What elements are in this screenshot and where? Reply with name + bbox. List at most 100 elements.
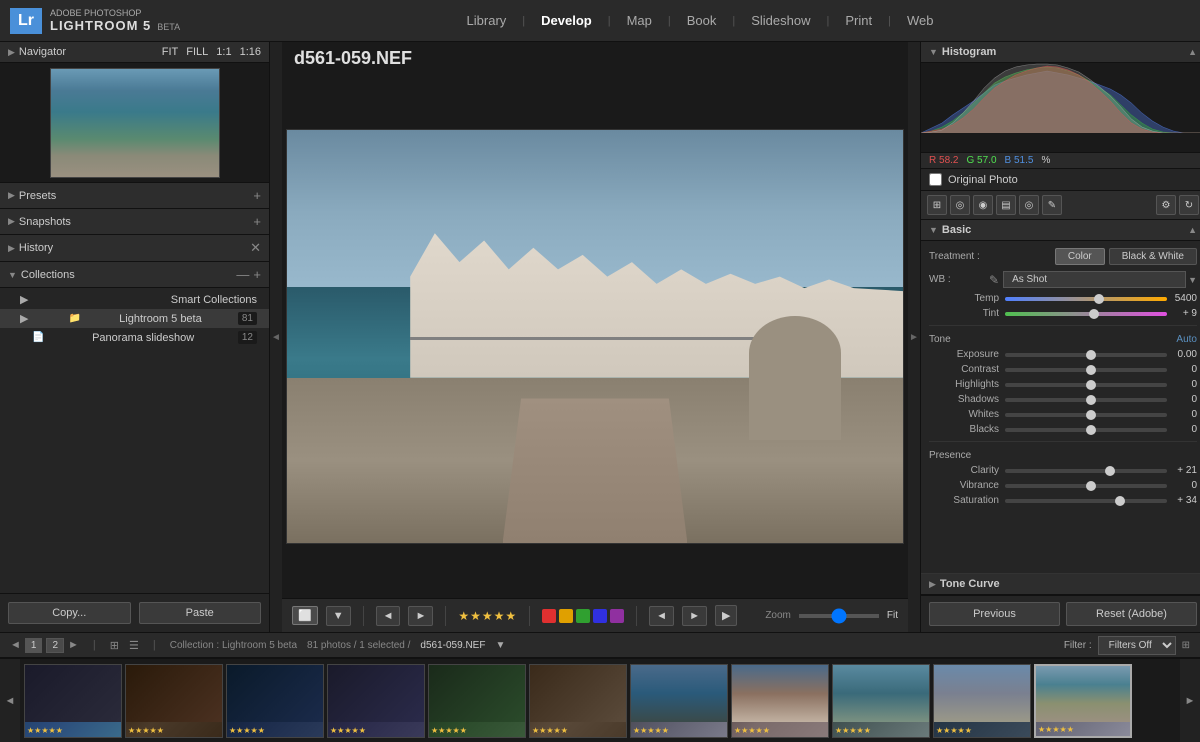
nav-print[interactable]: Print [837, 9, 880, 32]
nav-library[interactable]: Library [459, 9, 515, 32]
paste-button[interactable]: Paste [139, 602, 262, 624]
clarity-track[interactable] [1005, 469, 1167, 473]
right-panel-collapse[interactable]: ► [908, 42, 920, 632]
nav-book[interactable]: Book [679, 9, 725, 32]
graduated-filter-tool[interactable]: ▤ [996, 195, 1016, 215]
copy-button[interactable]: Copy... [8, 602, 131, 624]
settings-btn[interactable]: ⚙ [1156, 195, 1176, 215]
collections-remove[interactable]: — [236, 267, 249, 282]
filmstrip-next[interactable]: ► [1180, 659, 1200, 742]
whites-thumb[interactable] [1086, 410, 1096, 420]
view-1-16[interactable]: 1:16 [240, 46, 261, 58]
collection-lr5beta[interactable]: ▶ 📁 Lightroom 5 beta 81 [0, 309, 269, 328]
tint-thumb[interactable] [1089, 309, 1099, 319]
history-panel-header[interactable]: ▶ History ✕ [0, 235, 269, 262]
page-1[interactable]: 1 [25, 638, 43, 653]
filmstrip-prev[interactable]: ◄ [0, 659, 20, 742]
saturation-thumb[interactable] [1115, 496, 1125, 506]
flag-red[interactable] [542, 609, 556, 623]
play-button[interactable]: ▶ [715, 605, 737, 626]
shadows-track[interactable] [1005, 398, 1167, 402]
prev-photo-button[interactable]: ◄ [376, 606, 401, 626]
blacks-thumb[interactable] [1086, 425, 1096, 435]
sync-btn[interactable]: ↻ [1179, 195, 1199, 215]
left-panel-collapse[interactable]: ◄ [270, 42, 282, 632]
filter-expand[interactable]: ⊞ [1182, 640, 1190, 651]
view-fit[interactable]: FIT [162, 46, 179, 58]
vibrance-thumb[interactable] [1086, 481, 1096, 491]
presets-add[interactable]: + [253, 188, 261, 203]
blacks-track[interactable] [1005, 428, 1167, 432]
basic-expand[interactable]: ▲ [1188, 225, 1197, 235]
flag-yellow[interactable] [559, 609, 573, 623]
presets-panel-header[interactable]: ▶ Presets + [0, 183, 269, 209]
whites-track[interactable] [1005, 413, 1167, 417]
view-mode-button[interactable]: ⬜ [292, 606, 318, 625]
list-view-icon[interactable]: ☰ [129, 639, 139, 652]
page-prev-icon[interactable]: ◄ [10, 639, 21, 651]
snapshots-panel-header[interactable]: ▶ Snapshots + [0, 209, 269, 235]
page-2[interactable]: 2 [46, 638, 64, 653]
filter-select[interactable]: Filters Off Flagged Rated [1098, 636, 1176, 655]
brush-tool[interactable]: ✎ [1042, 195, 1062, 215]
collection-smart[interactable]: ▶ Smart Collections [0, 290, 269, 309]
histogram-expand[interactable]: ▲ [1188, 47, 1197, 57]
presets-title: Presets [19, 190, 56, 202]
tone-curve-header[interactable]: ▶ Tone Curve [921, 573, 1200, 595]
exposure-thumb[interactable] [1086, 350, 1096, 360]
collection-panorama[interactable]: 📄 Panorama slideshow 12 [0, 328, 269, 347]
crop-tool[interactable]: ⊞ [927, 195, 947, 215]
star-rating[interactable]: ★★★★★ [458, 609, 517, 623]
highlights-thumb[interactable] [1086, 380, 1096, 390]
grid-view-icon[interactable]: ⊞ [110, 639, 119, 652]
clarity-thumb[interactable] [1105, 466, 1115, 476]
shadows-thumb[interactable] [1086, 395, 1096, 405]
redeye-tool[interactable]: ◉ [973, 195, 993, 215]
temp-track[interactable] [1005, 297, 1167, 301]
vibrance-track[interactable] [1005, 484, 1167, 488]
history-clear[interactable]: ✕ [250, 240, 261, 256]
highlights-track[interactable] [1005, 383, 1167, 387]
exposure-slider-row: Exposure 0.00 [929, 347, 1197, 362]
wb-select[interactable]: As Shot Auto Daylight Cloudy Shade Custo… [1003, 271, 1186, 288]
radial-filter-tool[interactable]: ◎ [1019, 195, 1039, 215]
collections-panel-header[interactable]: ▼ Collections — + [0, 262, 269, 288]
filename-dropdown[interactable]: ▼ [495, 640, 505, 651]
spot-removal-tool[interactable]: ◎ [950, 195, 970, 215]
next-photo-button[interactable]: ► [408, 606, 433, 626]
temp-thumb[interactable] [1094, 294, 1104, 304]
navigator-preview[interactable] [0, 63, 269, 183]
page-navigation: ◄ 1 2 ► [10, 638, 79, 653]
view-1-1[interactable]: 1:1 [216, 46, 231, 58]
histogram-area [921, 63, 1200, 153]
bw-treatment-btn[interactable]: Black & White [1109, 248, 1197, 265]
view-fill[interactable]: FILL [186, 46, 208, 58]
nav-slideshow[interactable]: Slideshow [743, 9, 818, 32]
basic-panel-header[interactable]: ▼ Basic ▲ [921, 220, 1200, 241]
contrast-thumb[interactable] [1086, 365, 1096, 375]
nav-left-button[interactable]: ◄ [649, 606, 674, 626]
nav-map[interactable]: Map [619, 9, 660, 32]
main-photo[interactable] [286, 129, 904, 544]
color-treatment-btn[interactable]: Color [1055, 248, 1105, 265]
reset-button[interactable]: Reset (Adobe) [1066, 602, 1197, 626]
nav-web[interactable]: Web [899, 9, 942, 32]
nav-right-button[interactable]: ► [682, 606, 707, 626]
page-next-icon[interactable]: ► [68, 639, 79, 651]
flag-purple[interactable] [610, 609, 624, 623]
eyedropper-icon[interactable]: ✎ [989, 273, 999, 287]
exposure-track[interactable] [1005, 353, 1167, 357]
snapshots-add[interactable]: + [253, 214, 261, 229]
tint-track[interactable] [1005, 312, 1167, 316]
original-photo-checkbox[interactable] [929, 173, 942, 186]
collections-add[interactable]: + [253, 267, 261, 282]
saturation-track[interactable] [1005, 499, 1167, 503]
nav-develop[interactable]: Develop [533, 9, 600, 32]
flag-green[interactable] [576, 609, 590, 623]
view-options-button[interactable]: ▼ [326, 606, 351, 626]
zoom-slider[interactable] [799, 614, 879, 618]
tone-auto-btn[interactable]: Auto [1176, 334, 1197, 345]
previous-button[interactable]: Previous [929, 602, 1060, 626]
contrast-track[interactable] [1005, 368, 1167, 372]
flag-blue[interactable] [593, 609, 607, 623]
